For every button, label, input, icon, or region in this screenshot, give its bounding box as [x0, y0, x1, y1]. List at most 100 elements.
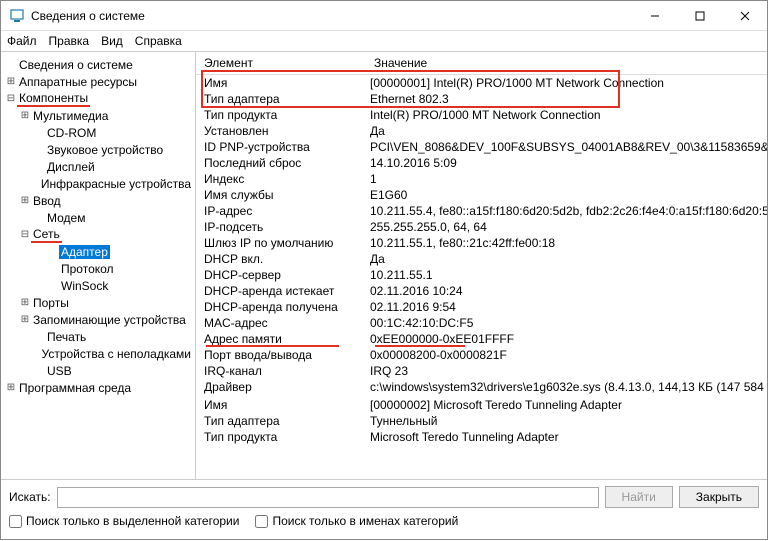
column-element[interactable]: Элемент: [196, 52, 366, 74]
cell-value: Ethernet 802.3: [366, 92, 767, 106]
cell-value: 02.11.2016 9:54: [366, 300, 767, 314]
tree-input[interactable]: ⊞Ввод: [3, 192, 193, 209]
cell-value: 0x00008200-0x0000821F: [366, 348, 767, 362]
tree-ports[interactable]: ⊞Порты: [3, 294, 193, 311]
details-row[interactable]: Имя[00000001] Intel(R) PRO/1000 MT Netwo…: [196, 75, 767, 91]
details-row[interactable]: MAC-адрес00:1C:42:10:DC:F5: [196, 315, 767, 331]
details-row[interactable]: DHCP-аренда получена02.11.2016 9:54: [196, 299, 767, 315]
details-row[interactable]: Тип адаптераТуннельный: [196, 413, 767, 429]
search-input[interactable]: [57, 487, 599, 508]
tree-root[interactable]: Сведения о системе: [3, 56, 193, 73]
tree-multimedia[interactable]: ⊞Мультимедиа: [3, 107, 193, 124]
check-category-only-box[interactable]: [9, 515, 22, 528]
tree-adapter[interactable]: Адаптер: [3, 243, 193, 260]
cell-element: MAC-адрес: [196, 316, 366, 330]
details-row[interactable]: DHCP-аренда истекает02.11.2016 10:24: [196, 283, 767, 299]
details-row[interactable]: Имя службыE1G60: [196, 187, 767, 203]
menu-edit[interactable]: Правка: [49, 34, 90, 48]
cell-element: Индекс: [196, 172, 366, 186]
cell-value: 10.211.55.1, fe80::21c:42ff:fe00:18: [366, 236, 767, 250]
cell-value: Да: [366, 252, 767, 266]
close-button[interactable]: [722, 1, 767, 30]
details-row[interactable]: DHCP вкл.Да: [196, 251, 767, 267]
tree-network[interactable]: ⊟Сеть: [3, 226, 193, 243]
cell-element: Порт ввода/вывода: [196, 348, 366, 362]
tree-protocol[interactable]: Протокол: [3, 260, 193, 277]
details-header: Элемент Значение: [196, 52, 767, 75]
cell-element: Драйвер: [196, 380, 366, 394]
details-row[interactable]: Имя[00000002] Microsoft Teredo Tunneling…: [196, 397, 767, 413]
cell-element: IRQ-канал: [196, 364, 366, 378]
tree-sound[interactable]: Звуковое устройство: [3, 141, 193, 158]
tree-pane[interactable]: Сведения о системе ⊞Аппаратные ресурсы ⊟…: [1, 52, 196, 479]
check-names-only[interactable]: Поиск только в именах категорий: [255, 514, 458, 528]
cell-value: 1: [366, 172, 767, 186]
details-row[interactable]: Драйверc:\windows\system32\drivers\e1g60…: [196, 379, 767, 395]
details-row[interactable]: IP-подсеть255.255.255.0, 64, 64: [196, 219, 767, 235]
cell-element: Имя: [196, 398, 366, 412]
titlebar: Сведения о системе: [1, 1, 767, 31]
tree-infrared[interactable]: Инфракрасные устройства: [3, 175, 193, 192]
cell-element: ID PNP-устройства: [196, 140, 366, 154]
tree-components[interactable]: ⊟Компоненты: [3, 90, 193, 107]
cell-value: Intel(R) PRO/1000 MT Network Connection: [366, 108, 767, 122]
details-row[interactable]: Индекс1: [196, 171, 767, 187]
details-row[interactable]: Тип продуктаIntel(R) PRO/1000 MT Network…: [196, 107, 767, 123]
tree-software[interactable]: ⊞Программная среда: [3, 379, 193, 396]
cell-element: Тип адаптера: [196, 92, 366, 106]
tree-printing[interactable]: Печать: [3, 328, 193, 345]
menu-help[interactable]: Справка: [135, 34, 182, 48]
cell-element: DHCP-сервер: [196, 268, 366, 282]
search-label: Искать:: [9, 490, 51, 504]
menu-view[interactable]: Вид: [101, 34, 123, 48]
details-row[interactable]: Тип продуктаMicrosoft Teredo Tunneling A…: [196, 429, 767, 445]
tree-display[interactable]: Дисплей: [3, 158, 193, 175]
maximize-button[interactable]: [677, 1, 722, 30]
cell-element: Последний сброс: [196, 156, 366, 170]
details-row[interactable]: УстановленДа: [196, 123, 767, 139]
check-category-only[interactable]: Поиск только в выделенной категории: [9, 514, 239, 528]
cell-value: [00000001] Intel(R) PRO/1000 MT Network …: [366, 76, 767, 90]
tree-usb[interactable]: USB: [3, 362, 193, 379]
app-icon: [9, 8, 25, 24]
cell-value: [00000002] Microsoft Teredo Tunneling Ad…: [366, 398, 767, 412]
cell-value: Да: [366, 124, 767, 138]
column-value[interactable]: Значение: [366, 52, 767, 74]
menu-file[interactable]: Файл: [7, 34, 37, 48]
details-row[interactable]: Тип адаптераEthernet 802.3: [196, 91, 767, 107]
minimize-button[interactable]: [632, 1, 677, 30]
check-names-only-box[interactable]: [255, 515, 268, 528]
cell-value: E1G60: [366, 188, 767, 202]
details-row[interactable]: DHCP-сервер10.211.55.1: [196, 267, 767, 283]
cell-element: DHCP-аренда получена: [196, 300, 366, 314]
tree-cdrom[interactable]: CD-ROM: [3, 124, 193, 141]
cell-element: IP-адрес: [196, 204, 366, 218]
cell-value: 0xEE000000-0xEE01FFFF: [366, 332, 767, 346]
details-row[interactable]: IP-адрес10.211.55.4, fe80::a15f:f180:6d2…: [196, 203, 767, 219]
details-row[interactable]: ID PNP-устройстваPCI\VEN_8086&DEV_100F&S…: [196, 139, 767, 155]
cell-element: Адрес памяти: [196, 332, 366, 346]
details-pane[interactable]: Элемент Значение Имя[00000001] Intel(R) …: [196, 52, 767, 479]
tree-problem[interactable]: Устройства с неполадками: [3, 345, 193, 362]
cell-value: PCI\VEN_8086&DEV_100F&SUBSYS_04001AB8&RE…: [366, 140, 767, 154]
find-button[interactable]: Найти: [605, 486, 673, 508]
cell-element: Имя службы: [196, 188, 366, 202]
tree-storage[interactable]: ⊞Запоминающие устройства: [3, 311, 193, 328]
details-row[interactable]: Последний сброс14.10.2016 5:09: [196, 155, 767, 171]
cell-element: Шлюз IP по умолчанию: [196, 236, 366, 250]
tree-modem[interactable]: Модем: [3, 209, 193, 226]
details-row[interactable]: Порт ввода/вывода0x00008200-0x0000821F: [196, 347, 767, 363]
cell-element: IP-подсеть: [196, 220, 366, 234]
cell-value: Туннельный: [366, 414, 767, 428]
cell-value: 00:1C:42:10:DC:F5: [366, 316, 767, 330]
details-row[interactable]: IRQ-каналIRQ 23: [196, 363, 767, 379]
cell-element: Тип продукта: [196, 108, 366, 122]
tree-winsock[interactable]: WinSock: [3, 277, 193, 294]
cell-element: Тип адаптера: [196, 414, 366, 428]
tree-hardware[interactable]: ⊞Аппаратные ресурсы: [3, 73, 193, 90]
details-row[interactable]: Шлюз IP по умолчанию10.211.55.1, fe80::2…: [196, 235, 767, 251]
details-row[interactable]: Адрес памяти0xEE000000-0xEE01FFFF: [196, 331, 767, 347]
window-title: Сведения о системе: [31, 9, 632, 23]
cell-value: 10.211.55.4, fe80::a15f:f180:6d20:5d2b, …: [366, 204, 767, 218]
close-find-button[interactable]: Закрыть: [679, 486, 759, 508]
